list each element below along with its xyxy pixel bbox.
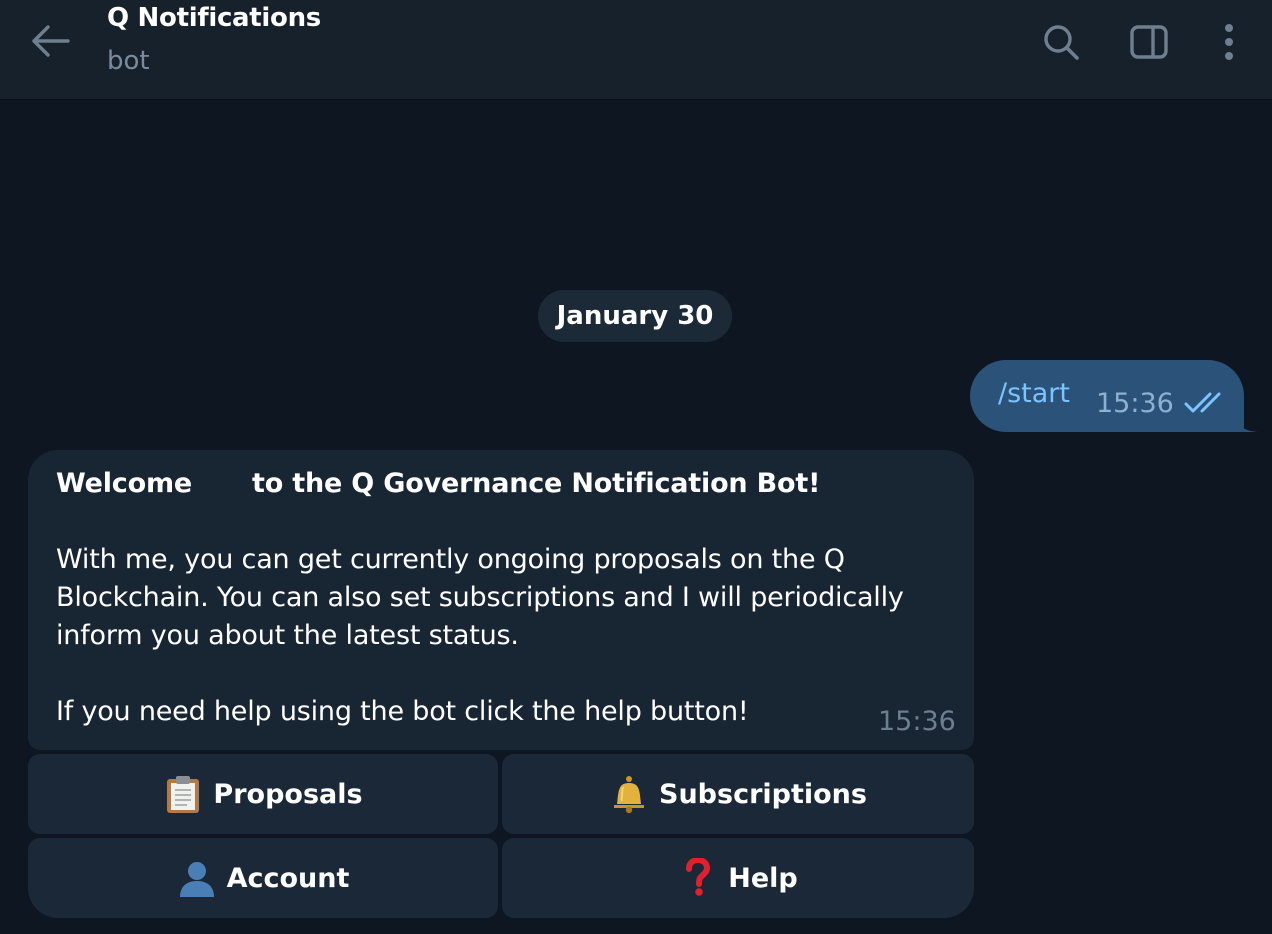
message-body-line: If you need help using the bot click the… <box>56 696 749 727</box>
outgoing-message-text[interactable]: /start <box>998 378 1070 409</box>
subscriptions-button[interactable]: Subscriptions <box>502 754 974 834</box>
welcome-prefix: Welcome <box>56 468 192 499</box>
chat-title[interactable]: Q Notifications <box>107 3 321 33</box>
outgoing-message-time: 15:36 <box>1096 388 1174 419</box>
bubble-tail <box>1236 416 1258 432</box>
back-button[interactable] <box>26 20 74 62</box>
welcome-suffix: to the Q Governance Notification Bot! <box>252 468 821 499</box>
back-arrow-icon <box>32 25 70 57</box>
bell-icon <box>609 774 649 814</box>
proposals-label: Proposals <box>213 778 363 810</box>
message-body-line: Blockchain. You can also set subscriptio… <box>56 582 904 613</box>
clipboard-icon <box>163 774 203 814</box>
help-button[interactable]: Help <box>502 838 974 918</box>
sidebar-toggle-button[interactable] <box>1127 20 1171 64</box>
account-label: Account <box>226 862 350 894</box>
chat-header: Q Notifications bot <box>0 0 1272 100</box>
message-body-line: With me, you can get currently ongoing p… <box>56 544 845 575</box>
sidebar-toggle-icon <box>1130 25 1168 59</box>
search-button[interactable] <box>1039 20 1083 64</box>
help-label: Help <box>728 862 798 894</box>
subscriptions-label: Subscriptions <box>659 778 867 810</box>
incoming-message-time: 15:36 <box>878 706 956 737</box>
chat-subtitle: bot <box>107 46 150 76</box>
account-button[interactable]: Account <box>28 838 498 918</box>
question-mark-icon <box>678 858 718 898</box>
more-options-button[interactable] <box>1207 20 1251 64</box>
date-separator: January 30 <box>538 290 732 342</box>
proposals-button[interactable]: Proposals <box>28 754 498 834</box>
search-icon <box>1044 25 1079 60</box>
double-check-icon <box>1184 392 1221 413</box>
user-silhouette-icon <box>177 858 217 898</box>
more-vertical-icon <box>1225 24 1233 60</box>
message-body-line: inform you about the latest status. <box>56 620 519 651</box>
